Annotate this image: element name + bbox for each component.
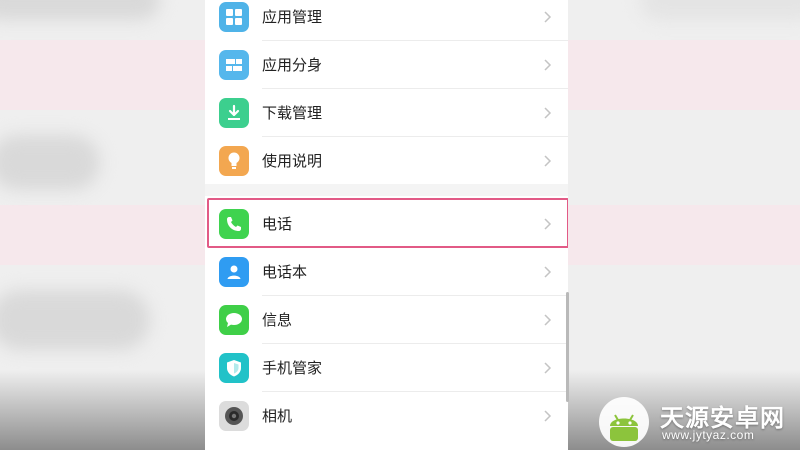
- chevron-right-icon: [544, 107, 552, 119]
- settings-row-label: 信息: [262, 311, 293, 329]
- settings-row-label: 下载管理: [262, 104, 323, 122]
- watermark: 天源安卓网 www.jytyaz.com: [596, 394, 800, 450]
- chevron-right-icon: [544, 59, 552, 71]
- chevron-right-icon: [544, 410, 552, 422]
- watermark-url: www.jytyaz.com: [662, 428, 755, 442]
- grid-icon: [219, 2, 249, 32]
- settings-group-apps: 应用管理 应用分身 下载管理 使用说明: [205, 0, 568, 184]
- app-clone-icon: [219, 50, 249, 80]
- chevron-right-icon: [544, 266, 552, 278]
- settings-row-label: 应用分身: [262, 56, 323, 74]
- chevron-right-icon: [544, 11, 552, 23]
- bg-blob: [0, 135, 100, 190]
- shield-icon: [219, 353, 249, 383]
- settings-row-instructions[interactable]: 使用说明: [205, 137, 568, 185]
- settings-row-download-management[interactable]: 下载管理: [205, 89, 568, 137]
- download-icon: [219, 98, 249, 128]
- android-logo-icon: [599, 397, 649, 447]
- chevron-right-icon: [544, 362, 552, 374]
- settings-row-label: 使用说明: [262, 152, 323, 170]
- settings-row-label: 电话本: [262, 263, 308, 281]
- bg-blob: [640, 0, 800, 20]
- settings-row-label: 手机管家: [262, 359, 323, 377]
- chevron-right-icon: [544, 155, 552, 167]
- message-icon: [219, 305, 249, 335]
- settings-row-camera[interactable]: 相机: [205, 392, 568, 440]
- chevron-right-icon: [544, 314, 552, 326]
- scrollbar[interactable]: [566, 292, 569, 402]
- settings-row-app-management[interactable]: 应用管理: [205, 0, 568, 41]
- settings-row-label: 相机: [262, 407, 293, 425]
- settings-row-messages[interactable]: 信息: [205, 296, 568, 344]
- settings-row-contacts[interactable]: 电话本: [205, 248, 568, 296]
- settings-row-label: 应用管理: [262, 8, 323, 26]
- contacts-icon: [219, 257, 249, 287]
- phone-row-highlight-box: [207, 198, 568, 248]
- bg-blob: [0, 0, 160, 20]
- settings-screen: 应用管理 应用分身 下载管理 使用说明 电话 电话本 信息 手机管家 相机: [205, 0, 568, 450]
- camera-icon: [219, 401, 249, 431]
- settings-row-phone-manager[interactable]: 手机管家: [205, 344, 568, 392]
- lightbulb-icon: [219, 146, 249, 176]
- bg-blob: [0, 290, 150, 350]
- settings-row-app-clone[interactable]: 应用分身: [205, 41, 568, 89]
